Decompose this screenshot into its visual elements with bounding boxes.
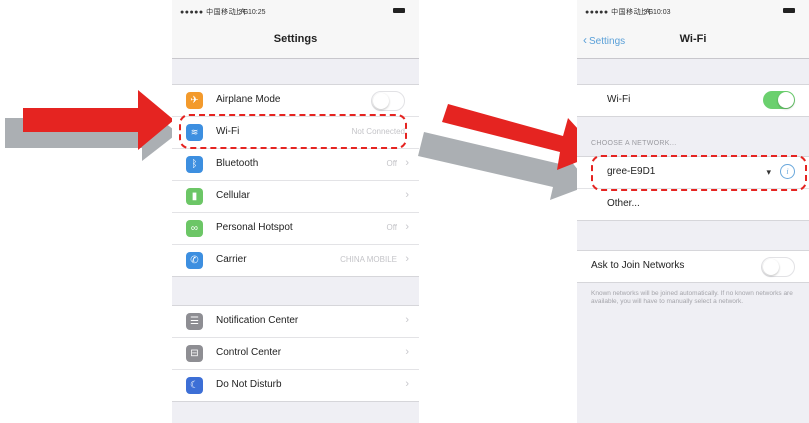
network-row-other[interactable]: Other... <box>577 189 809 220</box>
ask-to-join-group: Ask to Join Networks <box>577 250 809 283</box>
ask-to-join-toggle[interactable] <box>761 257 795 277</box>
row-label: Ask to Join Networks <box>591 260 685 271</box>
ask-to-join-row[interactable]: Ask to Join Networks <box>577 251 809 282</box>
choose-network-header: CHOOSE A NETWORK... <box>591 140 677 147</box>
battery-icon <box>783 8 795 13</box>
wifi-toggle-group: Wi-Fi <box>577 84 809 117</box>
ask-to-join-footnote: Known networks will be joined automatica… <box>591 290 793 305</box>
navigation-bar: ‹ Settings Wi-Fi <box>577 20 809 59</box>
page-title: Wi-Fi <box>679 33 707 45</box>
status-bar: ●●●●● 中国移动 3G 上午10:03 <box>577 0 809 20</box>
wifi-screen: ●●●●● 中国移动 3G 上午10:03 ‹ Settings Wi-Fi Wi… <box>577 0 809 423</box>
network-name: Other... <box>607 198 640 209</box>
wifi-toggle-row[interactable]: Wi-Fi <box>577 85 809 116</box>
clock-text: 上午10:03 <box>639 9 671 16</box>
row-label: Wi-Fi <box>607 94 631 105</box>
wifi-toggle[interactable] <box>763 91 795 109</box>
network-highlight-outline <box>591 155 807 191</box>
